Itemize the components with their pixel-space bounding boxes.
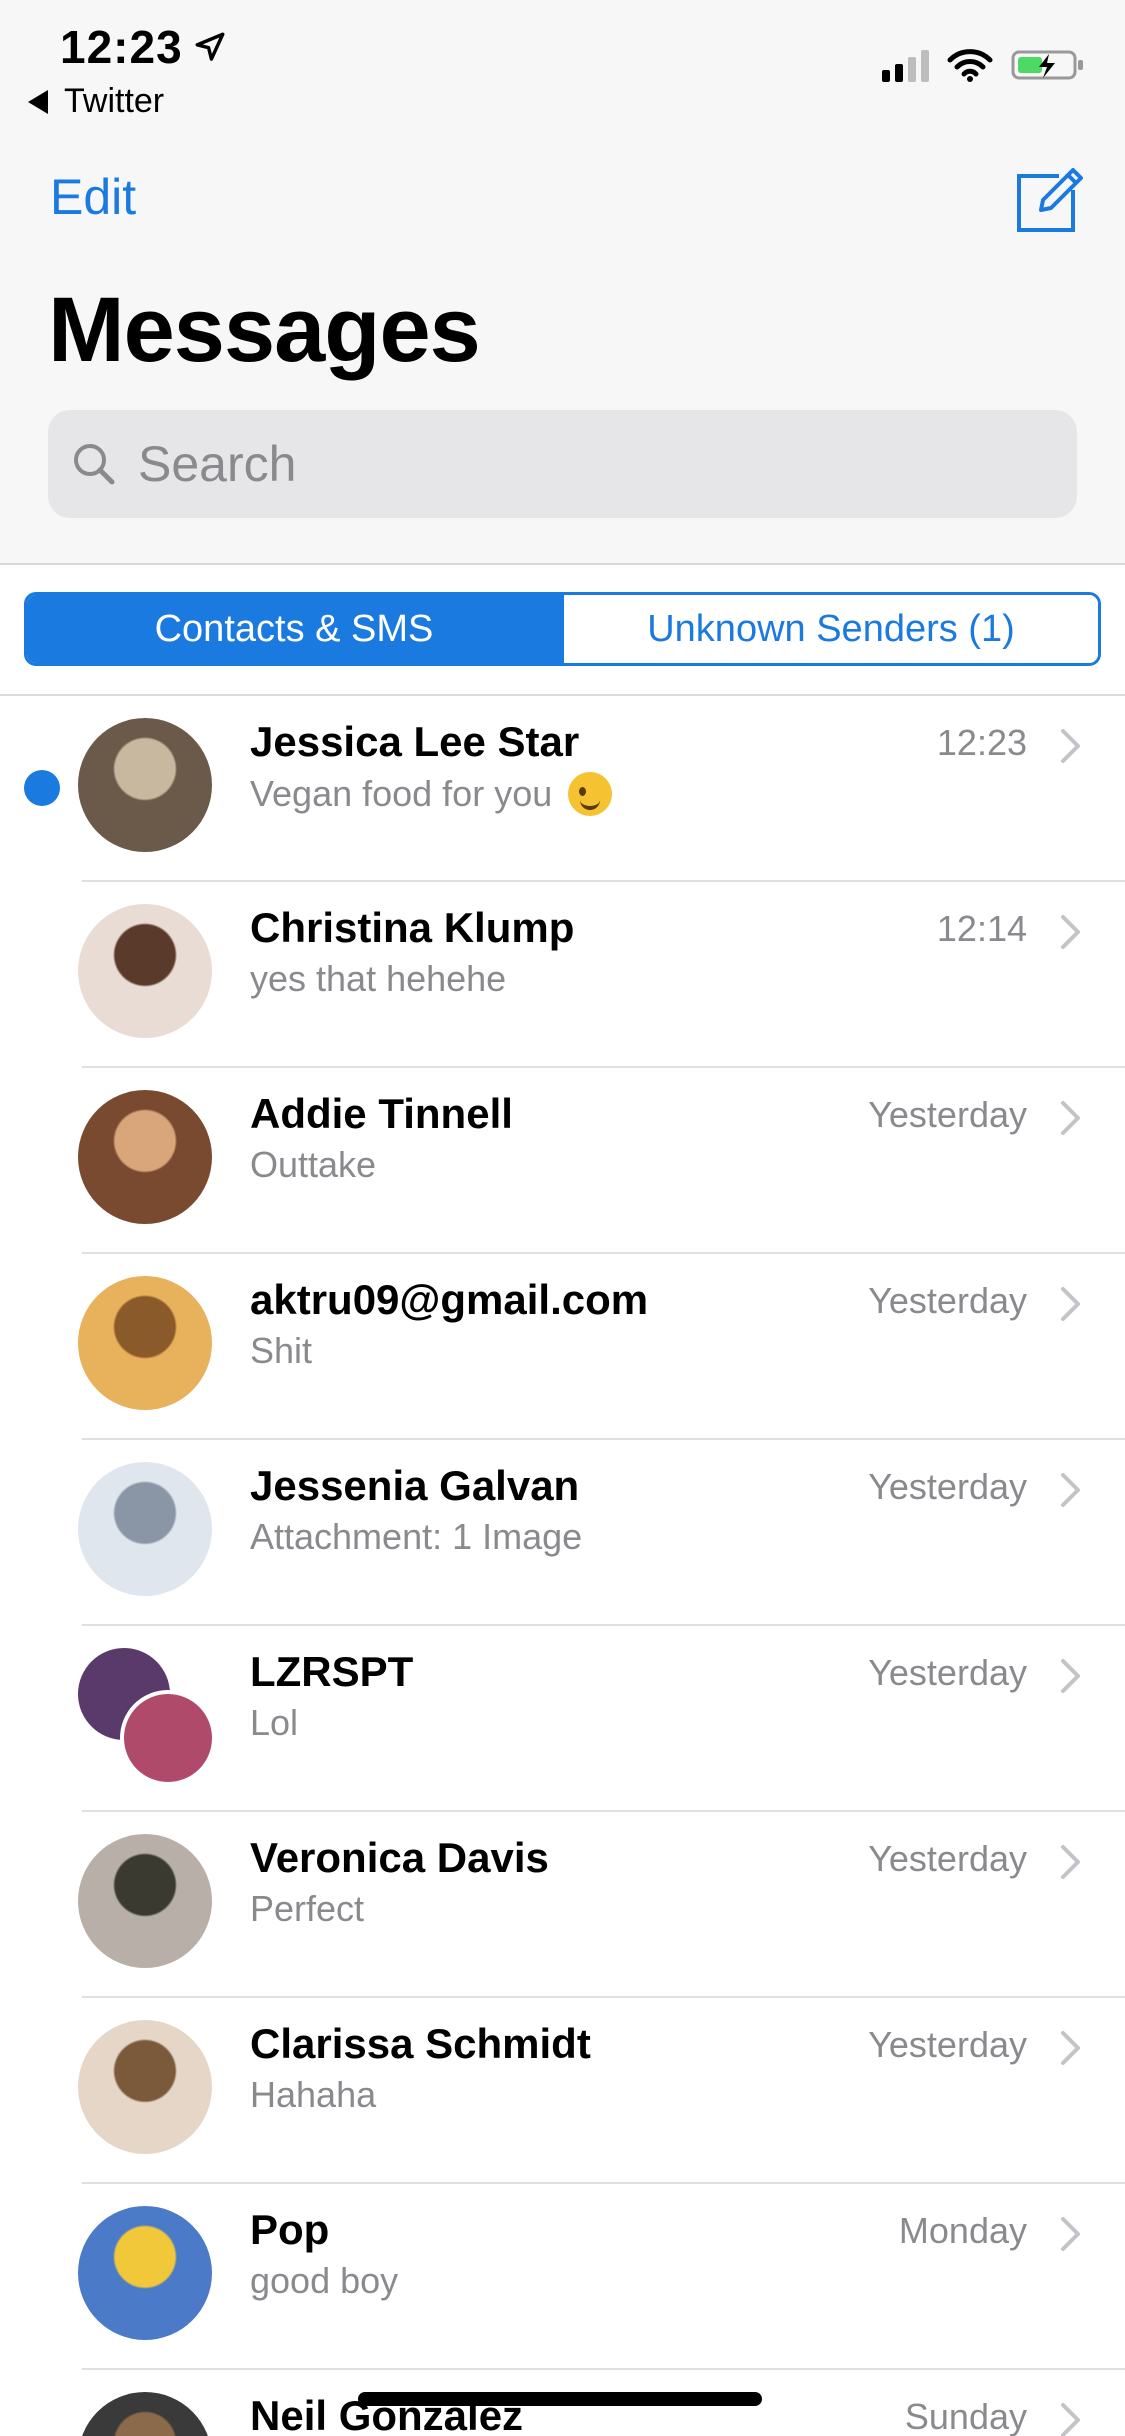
avatar — [78, 904, 212, 1038]
chevron-right-icon — [1061, 1659, 1080, 1693]
edit-button[interactable]: Edit — [50, 168, 136, 226]
contact-name: Pop — [250, 2206, 330, 2253]
conversation-row[interactable]: LZRSPT Lol Yesterday — [0, 1626, 1125, 1812]
message-preview-text: good boy — [250, 2260, 399, 2301]
avatar — [78, 718, 212, 852]
avatar — [78, 2206, 212, 2340]
search-input[interactable] — [138, 435, 1038, 493]
chevron-right-icon — [1061, 1101, 1080, 1135]
chevron-right-icon — [1061, 1287, 1080, 1321]
conversation-row[interactable]: Jessenia Galvan Attachment: 1 Image Yester… — [0, 1440, 1125, 1626]
segmented-control: Contacts & SMS Unknown Senders (1) — [24, 592, 1101, 666]
message-preview-text: Hahaha — [250, 2074, 377, 2115]
message-preview-text: Outtake — [250, 1144, 377, 1185]
message-preview: Attachment: 1 Image — [250, 1516, 582, 1558]
chevron-right-icon — [1061, 1473, 1080, 1507]
timestamp: Yesterday — [868, 1652, 1027, 1693]
contact-name: Jessica Lee Star — [250, 718, 580, 765]
tab-unknown-senders[interactable]: Unknown Senders (1) — [561, 595, 1098, 663]
location-arrow-icon — [195, 32, 225, 61]
message-preview-text: Lol — [250, 1702, 299, 1743]
header-area: 12:23 Twitter Edit Messages — [0, 0, 1125, 565]
home-indicator[interactable] — [358, 2392, 762, 2406]
page-title: Messages — [48, 279, 481, 381]
message-preview-text: yes that hehehe — [250, 958, 507, 999]
avatar — [78, 1090, 212, 1224]
message-preview: good boy — [250, 2260, 398, 2302]
cellular-signal-icon — [882, 48, 929, 82]
chevron-right-icon — [1061, 2031, 1080, 2065]
conversation-row[interactable]: Jessica Lee Star Vegan food for you 12:23 — [0, 696, 1125, 882]
conversation-row[interactable]: Clarissa Schmidt Hahaha Yesterday — [0, 1998, 1125, 2184]
timestamp: Yesterday — [868, 1466, 1027, 1507]
back-triangle-icon — [28, 89, 48, 114]
timestamp: Yesterday — [868, 1094, 1027, 1135]
message-preview-text: Perfect — [250, 1888, 365, 1929]
message-preview: Lol — [250, 1702, 298, 1744]
chevron-right-icon — [1061, 1845, 1080, 1879]
group-avatar-2 — [120, 1690, 216, 1786]
conversation-list: Jessica Lee Star Vegan food for you 12:23 C… — [0, 696, 1125, 2436]
chevron-right-icon — [1061, 2403, 1080, 2436]
message-preview: yes that hehehe — [250, 958, 506, 1000]
winking-face-icon — [568, 772, 613, 816]
avatar — [78, 1834, 212, 1968]
search-bar[interactable] — [48, 410, 1077, 518]
avatar — [78, 2392, 212, 2436]
contact-name: aktru09@gmail.com — [250, 1276, 649, 1323]
message-preview: Vegan food for you — [250, 772, 613, 816]
chevron-right-icon — [1061, 2217, 1080, 2251]
conversation-row[interactable]: Addie Tinnell Outtake Yesterday — [0, 1068, 1125, 1254]
contact-name: LZRSPT — [250, 1648, 414, 1695]
message-preview-text: Shit — [250, 1330, 313, 1371]
conversation-row[interactable]: Veronica Davis Perfect Yesterday — [0, 1812, 1125, 1998]
contact-name: Christina Klump — [250, 904, 575, 951]
avatar — [78, 1462, 212, 1596]
battery-icon — [1011, 50, 1083, 80]
tab-contacts-sms[interactable]: Contacts & SMS — [27, 595, 561, 663]
timestamp: Sunday — [904, 2396, 1027, 2436]
compose-icon[interactable] — [1007, 158, 1087, 238]
avatar — [78, 1648, 216, 1786]
message-preview: Outtake — [250, 1144, 376, 1186]
wifi-icon — [947, 49, 993, 82]
timestamp: Yesterday — [868, 1838, 1027, 1879]
back-app-label: Twitter — [64, 82, 165, 120]
timestamp: Yesterday — [868, 1280, 1027, 1321]
message-preview-text: Vegan food for you — [250, 773, 553, 814]
contact-name: Veronica Davis — [250, 1834, 549, 1881]
timestamp: 12:23 — [936, 722, 1027, 763]
conversation-row[interactable]: Pop good boy Monday — [0, 2184, 1125, 2370]
conversation-row[interactable]: Christina Klump yes that hehehe 12:14 — [0, 882, 1125, 1068]
message-preview: Perfect — [250, 1888, 364, 1930]
timestamp: Yesterday — [868, 2024, 1027, 2065]
contact-name: Jessenia Galvan — [250, 1462, 580, 1509]
status-time: 12:23 — [60, 20, 227, 74]
message-preview-text: Attachment: 1 Image — [250, 1516, 583, 1557]
timestamp: Monday — [898, 2210, 1027, 2251]
chevron-right-icon — [1061, 915, 1080, 949]
back-to-app-button[interactable]: Twitter — [28, 82, 164, 121]
contact-name: Addie Tinnell — [250, 1090, 513, 1137]
avatar — [78, 2020, 212, 2154]
chevron-right-icon — [1061, 729, 1080, 763]
unread-indicator — [24, 770, 60, 806]
message-preview: Hahaha — [250, 2074, 376, 2116]
avatar — [78, 1276, 212, 1410]
timestamp: 12:14 — [936, 908, 1027, 949]
conversation-row[interactable]: aktru09@gmail.com Shit Yesterday — [0, 1254, 1125, 1440]
message-preview: Shit — [250, 1330, 312, 1372]
contact-name: Clarissa Schmidt — [250, 2020, 591, 2067]
status-indicators — [882, 48, 1085, 82]
status-time-text: 12:23 — [60, 21, 183, 73]
search-icon — [74, 444, 115, 485]
